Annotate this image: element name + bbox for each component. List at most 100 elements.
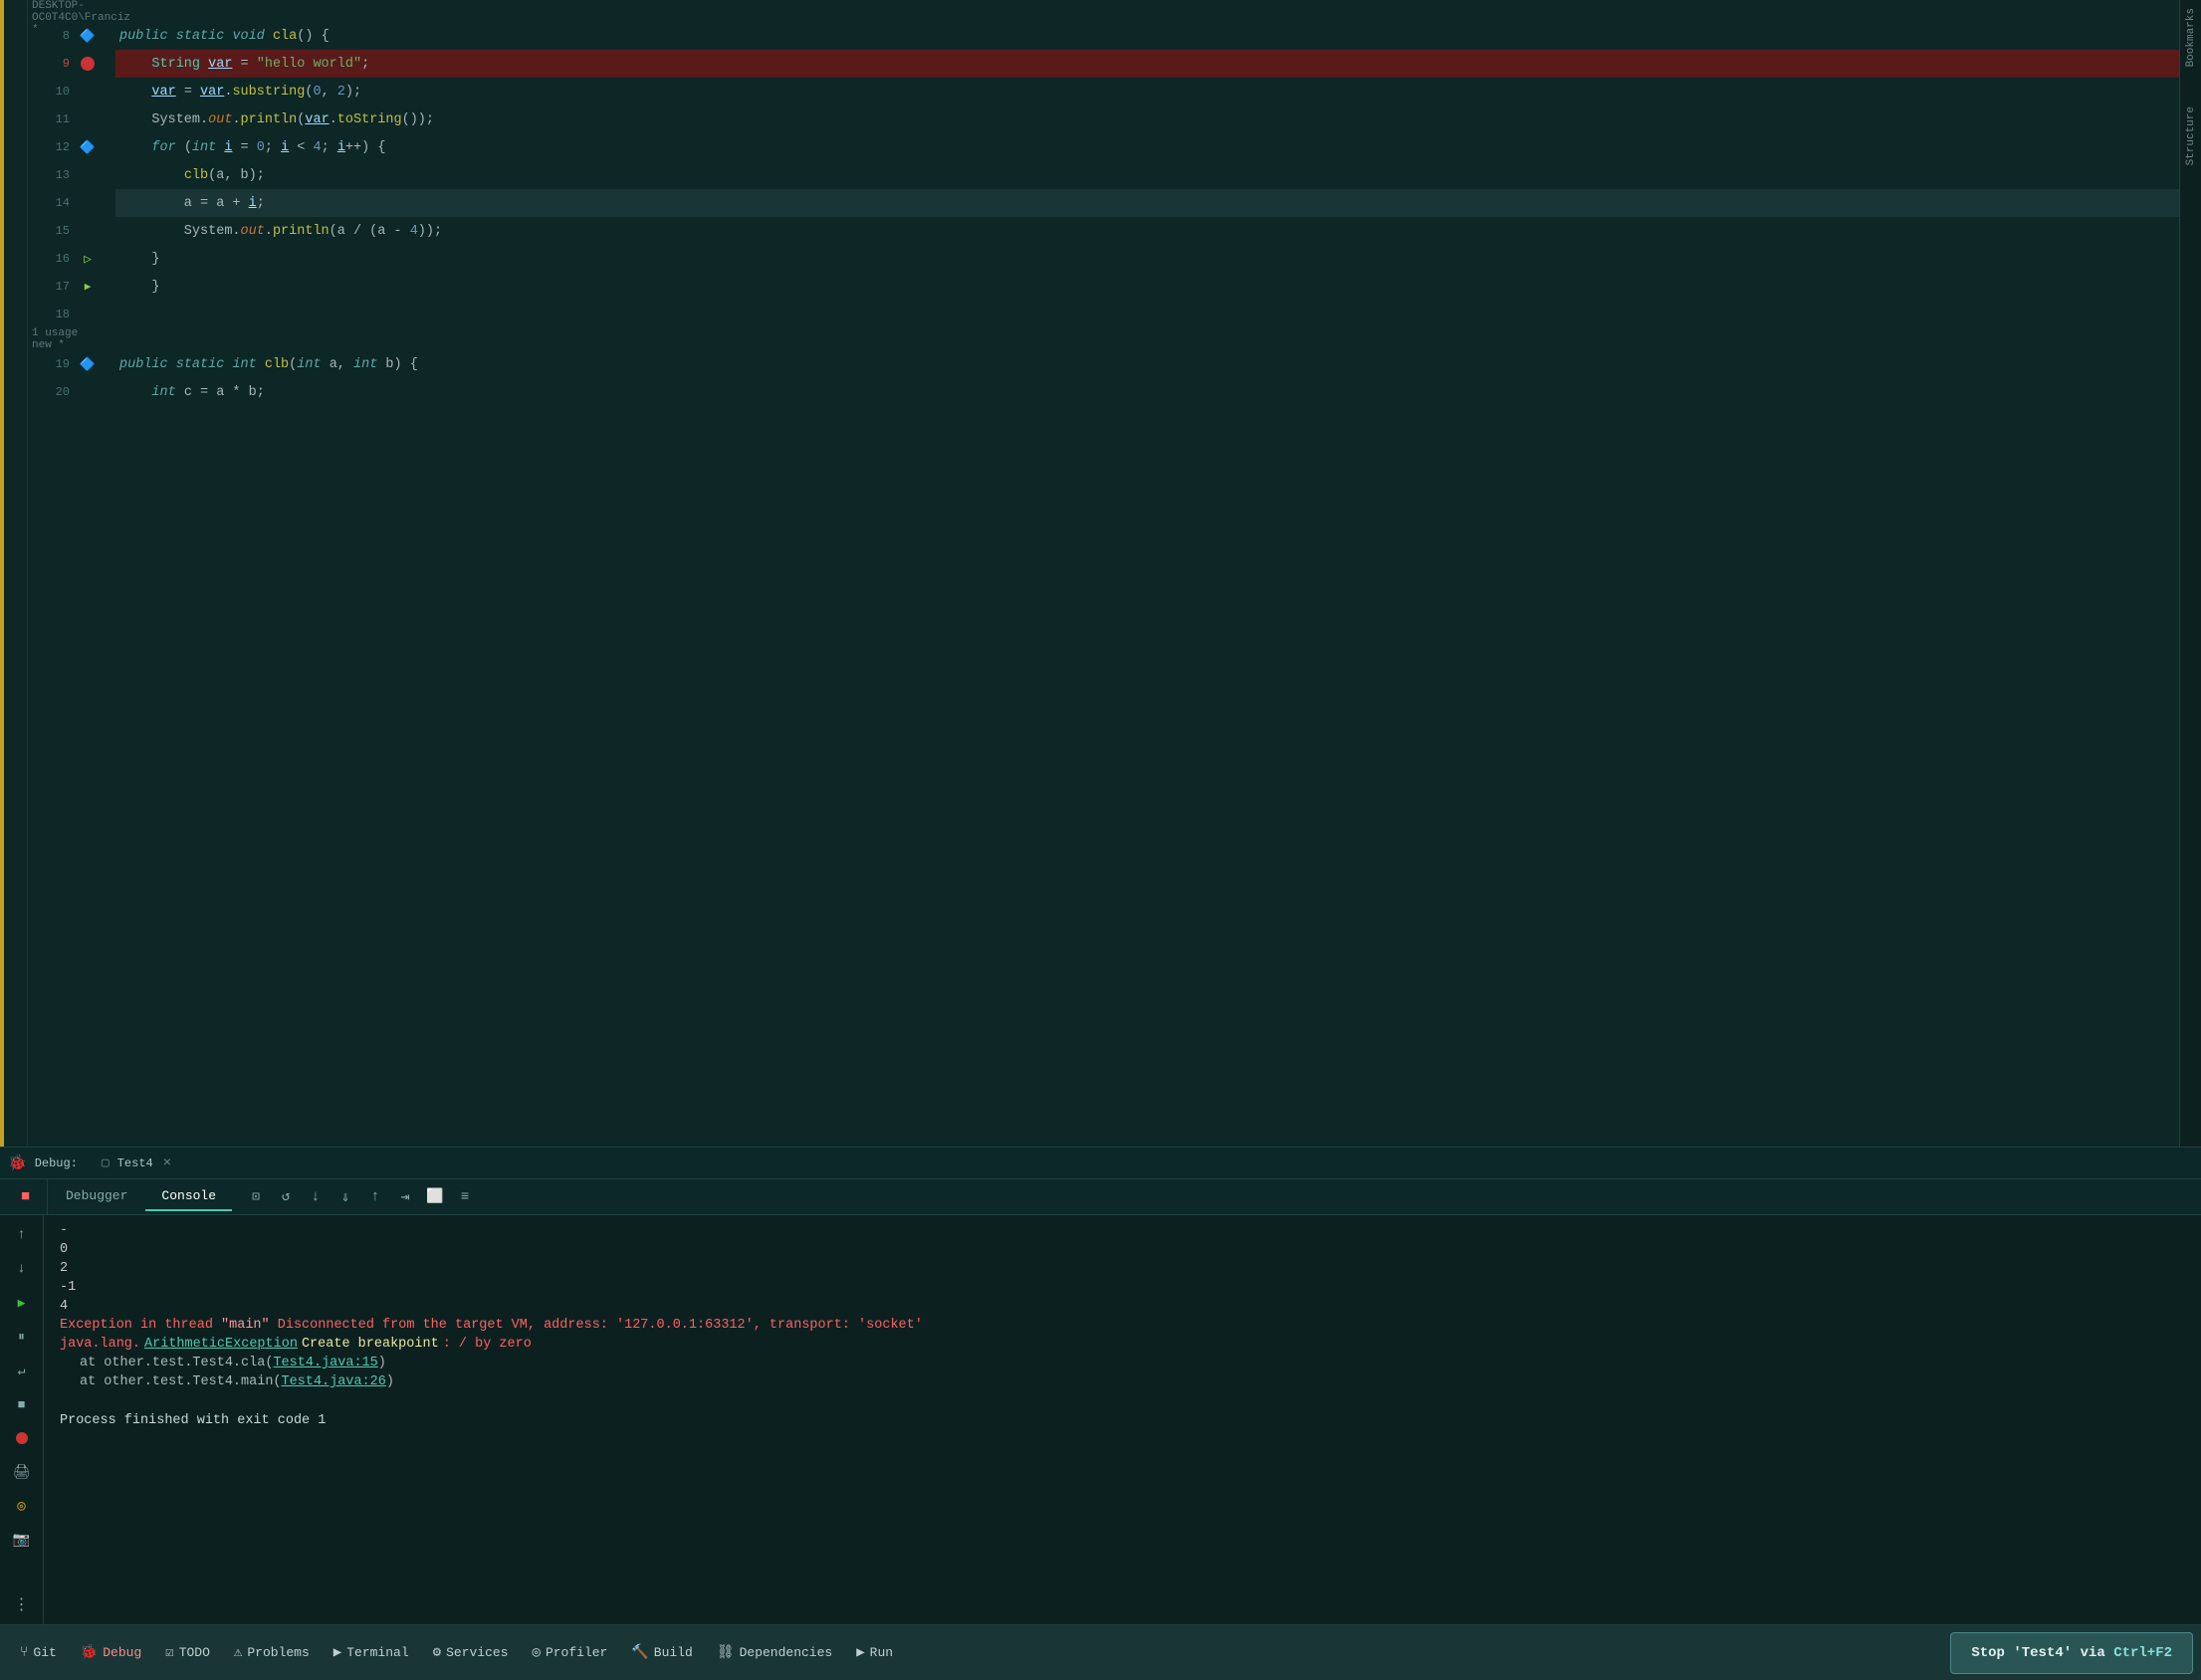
right-vertical-sidebar: Bookmarks Structure (2179, 0, 2201, 1147)
var-i3: i (337, 140, 345, 155)
status-debug[interactable]: 🐞 Debug (69, 1625, 153, 1680)
step-into-btn[interactable]: ⇓ (331, 1183, 359, 1211)
code-line-8[interactable]: public static void cla () { (115, 22, 2179, 50)
method-clb2: clb (265, 357, 289, 372)
tab-console[interactable]: Console (145, 1182, 232, 1211)
restore-btn[interactable]: ⊡ (242, 1183, 270, 1211)
code-line-9[interactable]: String var = "hello world" ; (115, 50, 2179, 78)
gutter-line-9: 9 (28, 50, 108, 78)
pause-icon[interactable]: ⏸ (8, 1323, 36, 1351)
keyword-void: void (232, 29, 264, 44)
console-down-btn[interactable]: ↓ (8, 1255, 36, 1283)
method-cla: cla (273, 29, 297, 44)
var-i2: i (281, 140, 289, 155)
more-icon[interactable]: ⋮ (8, 1590, 36, 1618)
status-services[interactable]: ⚙ Services (421, 1625, 521, 1680)
code-line-14[interactable]: a = a + i ; (115, 189, 2179, 217)
code-container: 1 usage 👤 DESKTOP-OC0T4C0\Franciz * 8 🔷 … (0, 0, 2201, 1147)
gutter-line-13: 13 (28, 161, 108, 189)
debug-label: Debug: (35, 1156, 78, 1170)
vertical-tab-structure[interactable]: Structure (2185, 106, 2197, 165)
status-bar: ⑂ Git 🐞 Debug ☑ TODO ⚠ Problems ▶ Termin… (0, 1624, 2201, 1680)
status-terminal[interactable]: ▶ Terminal (322, 1625, 421, 1680)
debug-status-label: Debug (103, 1645, 141, 1660)
frames-btn[interactable]: ≡ (451, 1183, 479, 1211)
var-var3: var (200, 85, 224, 100)
code-line-16[interactable]: } (115, 245, 2179, 273)
services-icon: ⚙ (433, 1644, 441, 1661)
output-dash: - (60, 1223, 2185, 1238)
wrap-icon[interactable]: ↵ (8, 1357, 36, 1384)
gutter-line-16: 16 ▷ (28, 245, 108, 273)
gutter-line-17: 17 ▶ (28, 273, 108, 301)
breakpoint-red-icon[interactable] (8, 1424, 36, 1452)
keyword-int4: int (353, 357, 377, 372)
status-build[interactable]: 🔨 Build (619, 1625, 704, 1680)
vertical-tab-bookmarks[interactable]: Bookmarks (2185, 8, 2197, 67)
shortcut-hint: Ctrl+F2 (2113, 1645, 2172, 1661)
code-line-18[interactable] (115, 301, 2179, 328)
code-line-20[interactable]: int c = a * b; (115, 378, 2179, 406)
keyword-int3: int (297, 357, 321, 372)
meta-row-1: 1 usage 👤 DESKTOP-OC0T4C0\Franciz * (28, 0, 108, 22)
bookmark-icon-19: 🔷 (78, 357, 98, 372)
window-icon: ▢ (102, 1155, 110, 1170)
var-i4: i (249, 196, 257, 211)
problems-label: Problems (247, 1645, 309, 1660)
bookmark-icon-16: ▷ (78, 252, 98, 267)
code-line-11[interactable]: System. out . println ( var . toString (… (115, 105, 2179, 133)
create-breakpoint-btn[interactable]: Create breakpoint (302, 1337, 439, 1352)
tab-debugger[interactable]: Debugger (50, 1182, 143, 1211)
tab-name-text: Test4 (117, 1156, 153, 1170)
keyword-public2: public (119, 357, 168, 372)
camera-icon[interactable]: 📷 (8, 1526, 36, 1554)
exception-link[interactable]: ArithmeticException (144, 1337, 298, 1352)
gutter-line-20: 20 (28, 378, 108, 406)
run-label: Run (870, 1645, 893, 1660)
line-num-12: 12 (28, 140, 78, 154)
stack-link-1[interactable]: Test4.java:15 (273, 1356, 377, 1370)
step-out-btn[interactable]: ↑ (361, 1183, 389, 1211)
code-line-17[interactable]: } (115, 273, 2179, 301)
clear-icon[interactable]: ■ (8, 1390, 36, 1418)
status-run[interactable]: ▶ Run (844, 1625, 905, 1680)
debug-toolbar: ■ Debugger Console ⊡ ↺ ↓ ⇓ ↑ ⇥ ⬜ ≡ (0, 1179, 2201, 1215)
code-line-19[interactable]: public static int clb ( int a, int b) { (115, 350, 2179, 378)
left-sidebar (0, 0, 28, 1147)
breakpoint-9[interactable] (78, 57, 98, 71)
terminal-icon: ▶ (333, 1644, 341, 1661)
gutter-line-19: 19 🔷 (28, 350, 108, 378)
debug-close-btn[interactable]: × (163, 1155, 171, 1171)
warning-icon[interactable]: ◎ (8, 1492, 36, 1520)
status-profiler[interactable]: ◎ Profiler (521, 1625, 620, 1680)
status-git[interactable]: ⑂ Git (8, 1625, 69, 1680)
line-num-11: 11 (28, 112, 78, 126)
exception-prefix: java.lang. (60, 1337, 140, 1352)
run-icon[interactable]: ▶ (8, 1289, 36, 1317)
print-icon[interactable]: 🖨 (8, 1458, 36, 1486)
code-line-12[interactable]: for ( int i = 0 ; i < 4 ; i ++) { (115, 133, 2179, 161)
console-up-btn[interactable]: ↑ (8, 1221, 36, 1249)
run-to-cursor-btn[interactable]: ⇥ (391, 1183, 419, 1211)
status-problems[interactable]: ⚠ Problems (222, 1625, 322, 1680)
var-var: var (208, 57, 232, 72)
rerun-btn[interactable]: ↺ (272, 1183, 300, 1211)
status-todo[interactable]: ☑ TODO (153, 1625, 222, 1680)
stop-btn[interactable]: ■ (12, 1183, 40, 1211)
line-num-9: 9 (28, 57, 78, 71)
build-icon: 🔨 (631, 1644, 648, 1661)
stop-tooltip[interactable]: Stop 'Test4' via Ctrl+F2 (1950, 1632, 2193, 1674)
dependencies-icon: ⛓ (717, 1644, 735, 1661)
line-num-13: 13 (28, 168, 78, 182)
code-line-10[interactable]: var = var . substring ( 0 , 2 ); (115, 78, 2179, 105)
stack-link-2[interactable]: Test4.java:26 (282, 1374, 386, 1389)
step-over-btn[interactable]: ↓ (302, 1183, 330, 1211)
line-num-17: 17 (28, 280, 78, 294)
line-num-14: 14 (28, 196, 78, 210)
code-line-15[interactable]: System. out . println (a / (a - 4 )); (115, 217, 2179, 245)
line-gutter: 1 usage 👤 DESKTOP-OC0T4C0\Franciz * 8 🔷 … (28, 0, 108, 1147)
output-arithmetic[interactable]: java.lang. ArithmeticException Create bre… (60, 1337, 2185, 1352)
code-line-13[interactable]: clb (a, b); (115, 161, 2179, 189)
evaluate-btn[interactable]: ⬜ (421, 1183, 449, 1211)
status-dependencies[interactable]: ⛓ Dependencies (705, 1625, 844, 1680)
